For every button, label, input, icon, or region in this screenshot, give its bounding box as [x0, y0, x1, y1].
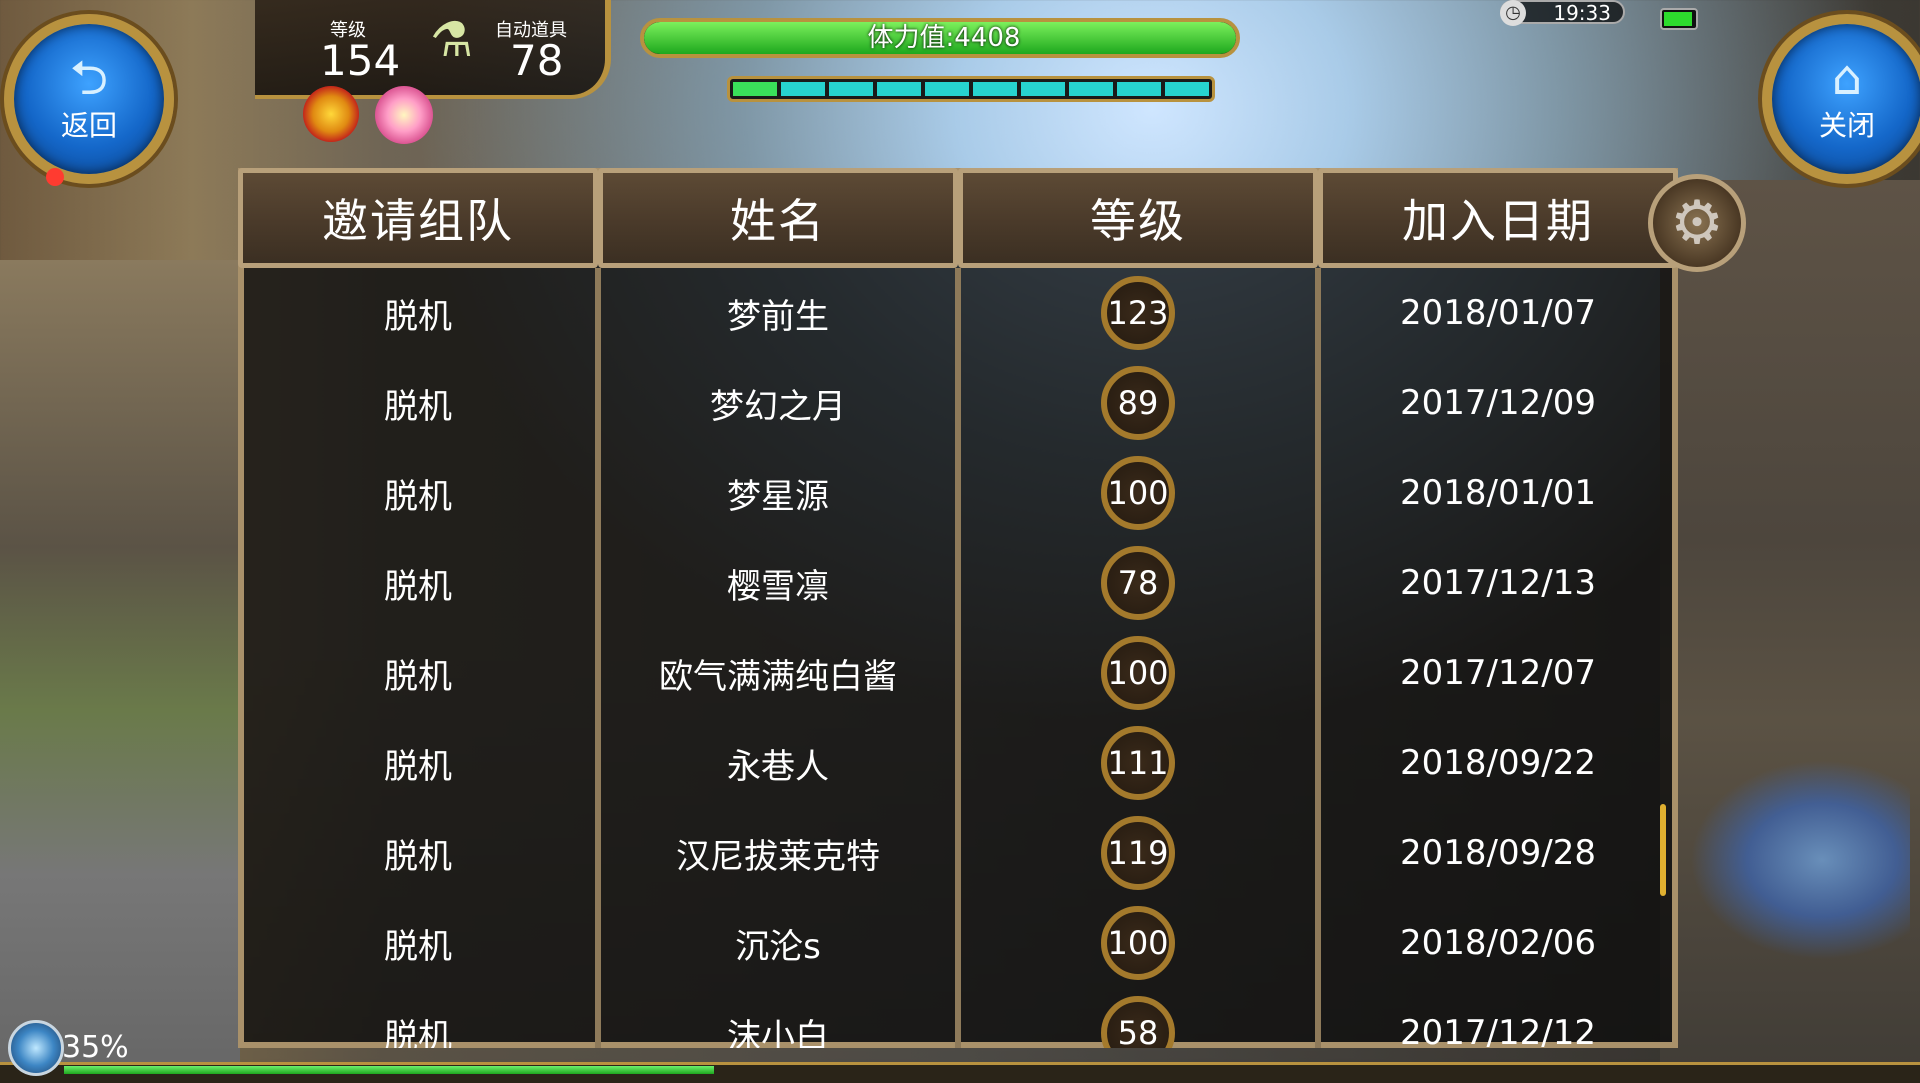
member-level: 100: [1101, 636, 1175, 710]
member-name: 梦前生: [727, 296, 829, 337]
member-status[interactable]: 脱机: [238, 538, 598, 628]
member-name: 沉沦s: [735, 926, 821, 967]
member-status[interactable]: 脱机: [238, 898, 598, 988]
member-status[interactable]: 脱机: [238, 358, 598, 448]
auto-item-value: 78: [510, 36, 564, 85]
member-name: 樱雪凛: [727, 566, 829, 607]
member-level-cell: 100: [958, 448, 1318, 538]
stamina-bar: 体力值:4408: [640, 18, 1240, 58]
member-level-cell: 119: [958, 808, 1318, 898]
member-name: 汉尼拔莱克特: [676, 836, 880, 877]
settings-button[interactable]: ⚙: [1648, 174, 1746, 272]
member-status[interactable]: 脱机: [238, 808, 598, 898]
member-join-date: 2018/09/28: [1400, 833, 1596, 873]
table-row[interactable]: 脱机 樱雪凛 78 2017/12/13: [238, 538, 1678, 628]
header-name[interactable]: 姓名: [598, 168, 958, 268]
stamina-segment: [1165, 82, 1209, 96]
member-level-cell: 123: [958, 268, 1318, 358]
stamina-segment: [973, 82, 1017, 96]
table-row[interactable]: 脱机 梦星源 100 2018/01/01: [238, 448, 1678, 538]
member-level: 123: [1101, 276, 1175, 350]
member-status[interactable]: 脱机: [238, 988, 598, 1049]
stamina-segment: [1021, 82, 1065, 96]
stamina-widget: 体力值:4408: [625, 10, 1255, 102]
background-left-scenery: [0, 260, 240, 1080]
battery-icon: [1660, 8, 1698, 30]
home-icon: ⌂: [1831, 50, 1863, 106]
back-button-label: 返回: [60, 109, 117, 142]
table-header: 邀请组队 姓名 等级 加入日期: [238, 168, 1678, 268]
member-status[interactable]: 脱机: [238, 628, 598, 718]
close-button[interactable]: ⌂ 关闭: [1762, 14, 1920, 184]
member-status[interactable]: 脱机: [238, 268, 598, 358]
exp-bar-fill: [64, 1066, 714, 1074]
guild-members-panel: 邀请组队 姓名 等级 加入日期 ⚙ 脱机 梦前生 123 2018/01/07 …: [238, 168, 1746, 1048]
member-join-date: 2018/01/01: [1400, 473, 1596, 513]
member-level-cell: 100: [958, 898, 1318, 988]
member-join-date: 2018/09/22: [1400, 743, 1596, 783]
table-row[interactable]: 脱机 欧气满满纯白酱 100 2017/12/07: [238, 628, 1678, 718]
exp-orb-icon: [8, 1020, 64, 1076]
member-level: 78: [1101, 546, 1175, 620]
member-level-cell: 111: [958, 718, 1318, 808]
header-join-date[interactable]: 加入日期: [1318, 168, 1678, 268]
member-level: 111: [1101, 726, 1175, 800]
member-level: 89: [1101, 366, 1175, 440]
member-status[interactable]: 脱机: [238, 448, 598, 538]
table-row[interactable]: 脱机 梦前生 123 2018/01/07: [238, 268, 1678, 358]
header-invite-team[interactable]: 邀请组队: [238, 168, 598, 268]
stamina-segment: [829, 82, 873, 96]
member-level: 100: [1101, 906, 1175, 980]
stamina-segment: [925, 82, 969, 96]
medal-icon[interactable]: [303, 86, 359, 142]
header-level[interactable]: 等级: [958, 168, 1318, 268]
member-level-cell: 100: [958, 628, 1318, 718]
table-row[interactable]: 脱机 梦幻之月 89 2017/12/09: [238, 358, 1678, 448]
member-list[interactable]: 脱机 梦前生 123 2018/01/07 脱机 梦幻之月 89 2017/12…: [238, 268, 1678, 1048]
member-level-cell: 78: [958, 538, 1318, 628]
member-join-date: 2018/01/07: [1400, 293, 1596, 333]
member-join-date: 2017/12/12: [1400, 1013, 1596, 1048]
member-join-date: 2017/12/13: [1400, 563, 1596, 603]
stamina-segment: [733, 82, 777, 96]
member-join-date: 2017/12/07: [1400, 653, 1596, 693]
member-level: 58: [1101, 996, 1175, 1048]
stamina-segments: [727, 76, 1215, 102]
notification-dot: [46, 168, 64, 186]
close-button-label: 关闭: [1818, 109, 1875, 142]
stamina-segment: [1117, 82, 1161, 96]
table-row[interactable]: 脱机 永巷人 111 2018/09/22: [238, 718, 1678, 808]
member-name: 欧气满满纯白酱: [659, 656, 897, 697]
gift-icon[interactable]: [375, 86, 433, 144]
back-arrow-icon: ⮌: [69, 50, 109, 106]
member-name: 永巷人: [727, 746, 829, 787]
table-row[interactable]: 脱机 汉尼拔莱克特 119 2018/09/28: [238, 808, 1678, 898]
stamina-segment: [1069, 82, 1113, 96]
level-value: 154: [320, 36, 401, 85]
member-name: 梦星源: [727, 476, 829, 517]
member-level: 119: [1101, 816, 1175, 890]
gear-icon: ⚙: [1670, 188, 1724, 258]
stamina-text: 体力值:4408: [867, 23, 1021, 53]
member-level: 100: [1101, 456, 1175, 530]
member-name: 梦幻之月: [710, 386, 846, 427]
list-scrollbar[interactable]: [1660, 804, 1666, 896]
stamina-segment: [877, 82, 921, 96]
member-name: 沫小白: [727, 1016, 829, 1049]
background-crystal: [1690, 760, 1910, 960]
table-row[interactable]: 脱机 沫小白 58 2017/12/12: [238, 988, 1678, 1048]
back-button[interactable]: ⮌ 返回: [4, 14, 174, 184]
exp-percent: 35%: [62, 1030, 129, 1065]
member-join-date: 2017/12/09: [1400, 383, 1596, 423]
member-level-cell: 58: [958, 988, 1318, 1048]
member-level-cell: 89: [958, 358, 1318, 448]
table-row[interactable]: 脱机 沉沦s 100 2018/02/06: [238, 898, 1678, 988]
member-join-date: 2018/02/06: [1400, 923, 1596, 963]
member-status[interactable]: 脱机: [238, 718, 598, 808]
clock-icon: ◷: [1500, 0, 1526, 26]
stamina-segment: [781, 82, 825, 96]
potion-icon[interactable]: ⚗: [430, 12, 473, 68]
